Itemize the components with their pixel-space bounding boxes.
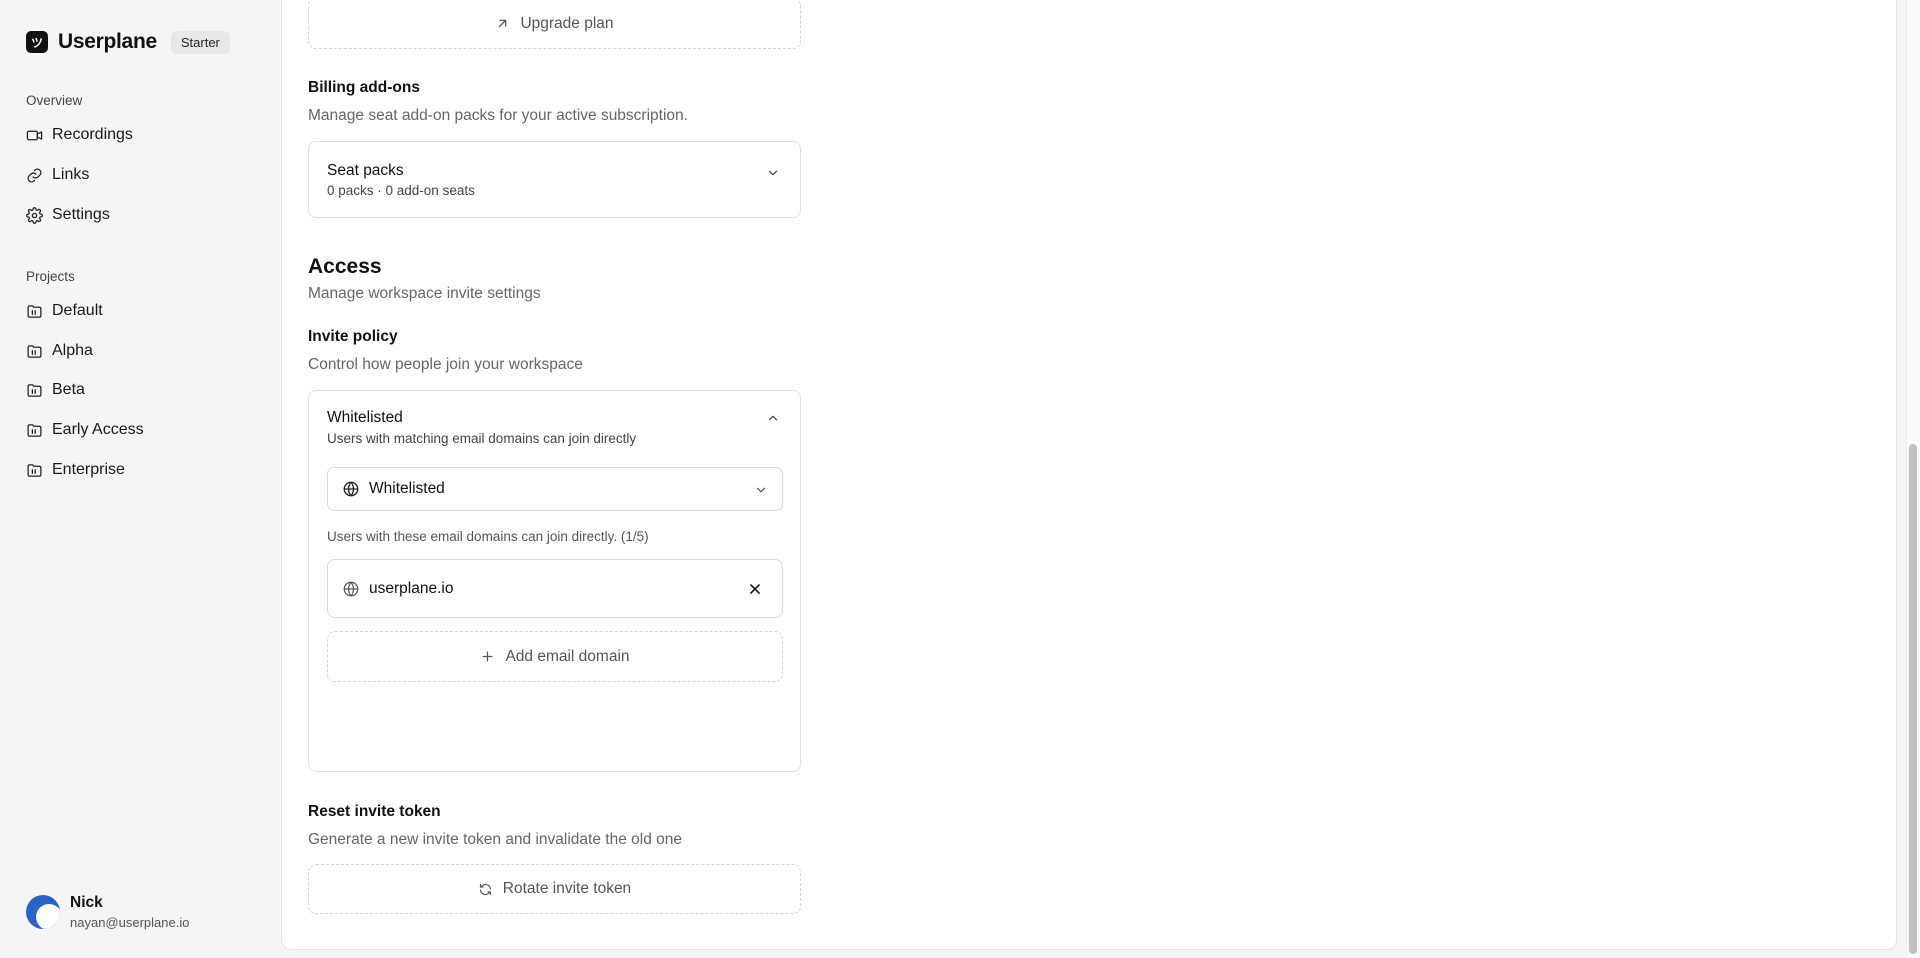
sidebar: ツ Userplane Starter Overview Recordings … xyxy=(0,0,281,958)
sidebar-item-label: Recordings xyxy=(52,126,133,143)
sidebar-item-links[interactable]: Links xyxy=(26,166,89,184)
gear-icon xyxy=(26,206,43,224)
overview-section-label: Overview xyxy=(26,93,83,108)
rotate-invite-token-label: Rotate invite token xyxy=(502,880,632,897)
reset-token-title: Reset invite token xyxy=(308,803,441,820)
plus-icon xyxy=(482,651,493,662)
add-email-domain-label: Add email domain xyxy=(505,647,630,665)
brand-name: Userplane xyxy=(58,30,157,53)
folder-icon xyxy=(27,423,42,437)
project-item-default[interactable]: Default xyxy=(26,302,103,320)
project-label: Early Access xyxy=(52,421,144,438)
refresh-icon xyxy=(479,883,491,895)
sidebar-item-label: Settings xyxy=(52,206,110,223)
access-title: Access xyxy=(308,255,382,278)
arrow-up-right-icon xyxy=(499,19,507,28)
project-label: Alpha xyxy=(52,342,93,359)
seat-packs-title: Seat packs xyxy=(327,162,404,179)
add-email-domain-button[interactable]: Add email domain xyxy=(327,631,783,682)
upgrade-plan-button[interactable]: Upgrade plan xyxy=(308,0,801,49)
project-item-enterprise[interactable]: Enterprise xyxy=(26,461,125,479)
domains-hint: Users with these email domains can join … xyxy=(327,529,649,544)
globe-icon xyxy=(343,481,359,497)
chevron-down-icon[interactable] xyxy=(766,166,780,180)
chevron-up-icon[interactable] xyxy=(766,411,780,425)
user-profile[interactable]: Nick nayan@userplane.io xyxy=(26,894,189,930)
project-label: Default xyxy=(52,302,103,319)
sidebar-item-recordings[interactable]: Recordings xyxy=(26,126,133,144)
folder-icon xyxy=(27,304,42,318)
upgrade-plan-label: Upgrade plan xyxy=(520,14,614,32)
projects-section-label: Projects xyxy=(26,269,75,284)
sidebar-item-settings[interactable]: Settings xyxy=(26,206,110,224)
globe-icon xyxy=(343,581,359,596)
plan-badge: Starter xyxy=(170,30,230,54)
domain-row: userplane.io xyxy=(327,559,783,618)
folder-icon xyxy=(27,463,42,477)
select-value: Whitelisted xyxy=(369,480,445,497)
billing-addons-title: Billing add-ons xyxy=(308,79,420,96)
user-name: Nick xyxy=(70,894,103,911)
invite-policy-card: Whitelisted Users with matching email do… xyxy=(308,390,801,772)
sidebar-item-label: Links xyxy=(52,166,90,183)
seat-packs-card[interactable]: Seat packs 0 packs · 0 add-on seats xyxy=(308,141,801,218)
folder-icon xyxy=(27,344,42,358)
invite-policy-desc: Control how people join your workspace xyxy=(308,356,583,373)
user-email: nayan@userplane.io xyxy=(70,915,190,930)
scrollbar-thumb[interactable] xyxy=(1909,444,1917,954)
access-desc: Manage workspace invite settings xyxy=(308,285,541,302)
project-item-early-access[interactable]: Early Access xyxy=(26,421,144,439)
project-item-alpha[interactable]: Alpha xyxy=(26,342,93,360)
seat-packs-sub: 0 packs · 0 add-on seats xyxy=(327,183,475,198)
brand[interactable]: ツ Userplane Starter xyxy=(26,30,230,54)
domain-value: userplane.io xyxy=(369,579,454,597)
avatar xyxy=(26,895,60,929)
video-icon xyxy=(26,130,43,140)
project-item-beta[interactable]: Beta xyxy=(26,381,85,399)
invite-policy-select[interactable]: Whitelisted xyxy=(327,467,783,511)
close-icon[interactable] xyxy=(748,582,762,596)
reset-token-desc: Generate a new invite token and invalida… xyxy=(308,831,682,848)
policy-card-title: Whitelisted xyxy=(327,409,403,426)
rotate-invite-token-button[interactable]: Rotate invite token xyxy=(308,864,801,914)
link-icon xyxy=(27,168,42,182)
userplane-logo-icon: ツ xyxy=(26,31,48,53)
folder-icon xyxy=(27,383,42,397)
invite-policy-title: Invite policy xyxy=(308,328,398,345)
project-label: Enterprise xyxy=(52,461,125,478)
billing-addons-desc: Manage seat add-on packs for your active… xyxy=(308,107,688,124)
policy-card-sub: Users with matching email domains can jo… xyxy=(327,431,637,446)
chevron-down-icon xyxy=(756,487,766,493)
project-label: Beta xyxy=(52,381,85,398)
